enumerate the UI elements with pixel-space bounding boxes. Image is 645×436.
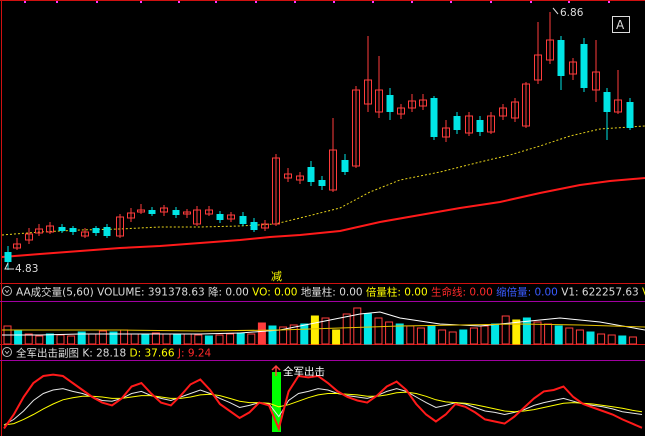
period-dot: [372, 1, 374, 3]
indicator-item: 倍量柱: 0.00: [366, 286, 431, 299]
panel-title: 全军出击副图: [16, 347, 82, 360]
volume-bar: [310, 315, 319, 345]
period-dot: [96, 1, 98, 3]
volume-panel-header: AA成交量(5,60) VOLUME: 391378.63 降: 0.00 VO…: [2, 286, 645, 299]
indicator-item: V1: 622257.63: [561, 287, 642, 299]
indicator-item: 缩倍量: 0.00: [496, 286, 561, 299]
indicator-item: VO: 0.00: [252, 287, 301, 299]
volume-indicator-values: AA成交量(5,60) VOLUME: 391378.63 降: 0.00 VO…: [16, 286, 645, 299]
stock-chart: 6.86 4.83 减 A AA成交量(5,60) VOLUME: 391378…: [0, 0, 645, 436]
volume-bar: [491, 323, 500, 345]
candle: [580, 38, 588, 92]
candle-body: [580, 44, 588, 88]
volume-bar: [459, 329, 468, 345]
candle-body: [453, 116, 461, 130]
indicator-item: J: 9.24: [177, 348, 212, 360]
volume-bar: [14, 329, 23, 345]
period-dot: [255, 1, 257, 3]
kdj-panel-header: 全军出击副图 K: 28.18 D: 37.66 J: 9.24: [2, 347, 212, 360]
candle-body: [58, 227, 66, 231]
candle-body: [318, 180, 326, 186]
candle-body: [216, 214, 224, 220]
period-dot: [568, 1, 570, 3]
reduce-signal-label: 减: [271, 270, 282, 283]
candle-body: [476, 120, 484, 132]
indicator-item: K: 28.18: [82, 348, 129, 360]
indicator-item: 生命线: 0.00: [431, 286, 496, 299]
volume-bar: [554, 325, 563, 345]
period-dot: [333, 1, 335, 3]
period-dot: [450, 1, 452, 3]
candle-body: [148, 210, 156, 214]
candle-body: [250, 222, 258, 230]
kdj-indicator-values: 全军出击副图 K: 28.18 D: 37.66 J: 9.24: [16, 347, 212, 360]
volume-bar: [257, 322, 266, 345]
candle: [626, 98, 634, 130]
volume-bar: [586, 331, 595, 345]
candle-body: [4, 252, 12, 262]
indicator-item: D: 37.66: [130, 348, 178, 360]
volume-bar: [363, 313, 372, 345]
volume-bar: [427, 325, 436, 345]
low-price-label: 4.83: [15, 263, 38, 275]
candle-body: [103, 227, 111, 236]
candle: [430, 96, 438, 140]
candle-body: [430, 98, 438, 137]
volume-bar: [395, 323, 404, 345]
volume-bar: [618, 335, 627, 345]
candle-body: [172, 210, 180, 215]
candle-body: [341, 160, 349, 172]
indicator-item: VOLUME: 391378.63: [97, 287, 208, 299]
candle-body: [557, 40, 565, 76]
volume-bar: [300, 323, 309, 345]
candle-body: [69, 228, 77, 232]
period-dot: [178, 1, 180, 3]
volume-bar: [173, 334, 182, 345]
period-dot: [294, 1, 296, 3]
candle-body: [603, 92, 611, 112]
period-dot: [24, 1, 26, 3]
volume-bar: [45, 333, 54, 345]
volume-bar: [204, 335, 213, 345]
candle-body: [386, 95, 394, 112]
period-dot: [608, 1, 610, 3]
period-dot: [215, 1, 217, 3]
period-dot: [530, 1, 532, 3]
indicator-item: 地量柱: 0.00: [301, 286, 366, 299]
high-price-label: 6.86: [560, 7, 584, 19]
indicator-item: 降: 0.00: [208, 286, 252, 299]
candle-body: [307, 167, 315, 182]
period-dot: [490, 1, 492, 3]
candle-body: [239, 216, 247, 224]
period-dot: [140, 1, 142, 3]
volume-bar: [332, 329, 341, 345]
candle-body: [626, 102, 634, 128]
corner-button-label[interactable]: A: [616, 18, 625, 32]
period-dot: [411, 1, 413, 3]
volume-bar: [236, 332, 245, 345]
volume-bar: [268, 325, 277, 345]
panel-title: AA成交量(5,60): [16, 286, 97, 299]
candle-body: [92, 228, 100, 233]
volume-bar: [141, 334, 150, 345]
attack-signal-text: 全军出击: [283, 365, 325, 378]
period-dot: [56, 1, 58, 3]
